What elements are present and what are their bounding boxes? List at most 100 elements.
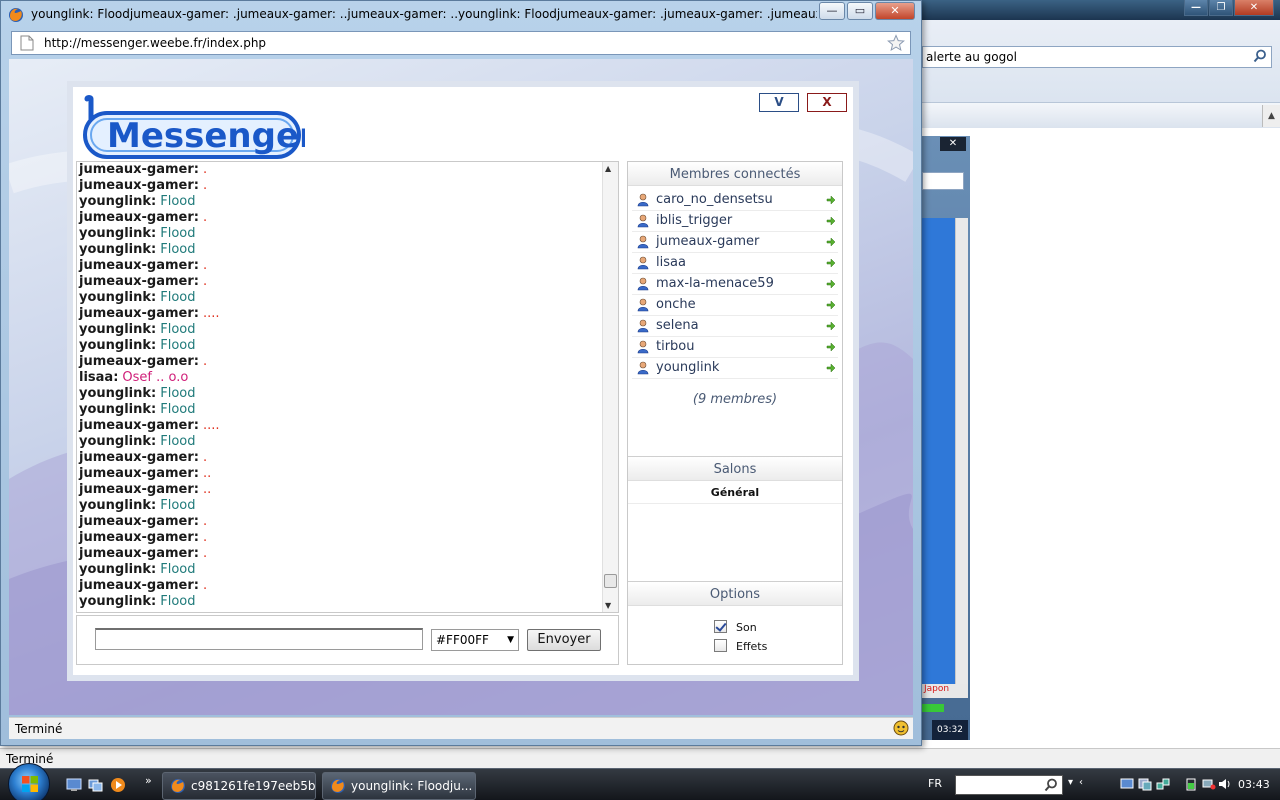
message-text: Flood [160,562,196,577]
language-indicator[interactable]: FR [928,777,942,790]
message-author: younglink: [79,242,157,257]
member-item[interactable]: jumeaux-gamer [632,232,838,253]
compose-area: #FF00FF ▼ Envoyer [76,615,619,665]
text-color-select[interactable]: #FF00FF ▼ [431,629,519,651]
tray-expand-icon[interactable]: ▾‹ [1068,777,1089,788]
search-icon[interactable] [1044,778,1058,792]
message-text: .... [202,306,220,321]
member-item[interactable]: selena [632,316,838,337]
member-item[interactable]: caro_no_densetsu [632,190,838,211]
message-text: .. [202,482,212,497]
message-row: jumeaux-gamer:. [79,258,599,274]
nested-window-close-button[interactable]: ✕ [940,137,966,151]
send-button[interactable]: Envoyer [527,629,601,651]
background-search-input[interactable]: alerte au gogol [922,46,1272,68]
url-text: http://messenger.weebe.fr/index.php [44,36,267,50]
message-author: younglink: [79,594,157,609]
firefox-icon [331,779,345,793]
show-desktop-icon[interactable] [66,777,82,793]
taskbar-search-input[interactable] [955,775,1063,795]
maximize-button[interactable]: ▭ [847,2,873,20]
clock[interactable]: 03:43 [1238,778,1270,791]
message-text: Flood [160,322,196,337]
quicklaunch-more[interactable]: » [145,774,152,787]
message-author: younglink: [79,498,157,513]
arrow-right-icon[interactable] [826,216,836,226]
message-text: Flood [160,434,196,449]
task-button-1[interactable]: c981261fe197eeb5b... [162,772,316,800]
member-name: iblis_trigger [656,213,733,228]
close-button[interactable]: ✕ [875,2,915,20]
search-icon[interactable] [1253,49,1267,63]
member-name: tirbou [656,339,695,354]
arrow-right-icon[interactable] [826,300,836,310]
task-label: younglink: Floodju... [351,779,473,793]
scroll-down-icon[interactable]: ▼ [605,601,611,610]
close-chat-button[interactable]: X [807,93,847,112]
nested-window-scrollbar[interactable] [955,218,968,698]
message-text: Flood [160,290,196,305]
member-item[interactable]: tirbou [632,337,838,358]
message-author: jumeaux-gamer: [79,274,199,289]
minimize-chat-button[interactable]: V [759,93,799,112]
message-scrollbar[interactable]: ▲ ▼ [602,162,618,612]
task-button-2[interactable]: younglink: Floodju... [322,772,476,800]
salon-item-general[interactable]: Général [628,482,842,504]
effets-checkbox[interactable] [714,639,727,652]
arrow-right-icon[interactable] [826,363,836,373]
maximize-button[interactable]: ❐ [1209,0,1233,16]
tray-app-icon[interactable] [1120,777,1134,791]
media-player-icon[interactable] [110,777,126,793]
page-icon [20,35,34,51]
message-author: jumeaux-gamer: [79,162,199,177]
task-label: c981261fe197eeb5b... [191,779,316,793]
message-text: . [202,578,208,593]
background-window-controls: — ❐ ✕ [1184,0,1274,16]
background-search-value: alerte au gogol [926,50,1017,64]
arrow-right-icon[interactable] [826,321,836,331]
message-row: younglink: Flood [79,402,599,418]
scroll-up-icon[interactable]: ▲ [1262,105,1280,127]
minimize-button[interactable]: — [819,2,845,20]
window-title: younglink: Floodjumeaux-gamer: .jumeaux-… [31,7,817,21]
minimize-button[interactable]: — [1184,0,1208,16]
member-item[interactable]: onche [632,295,838,316]
page-content: Messenger V X jumeaux-gamer:. jumeaux-gam… [9,59,913,715]
sidebar: Membres connectés caro_no_densetsu iblis_… [627,161,843,665]
star-icon[interactable] [887,34,905,52]
user-icon [637,235,649,249]
message-author: jumeaux-gamer: [79,482,199,497]
message-input[interactable] [95,628,423,650]
member-item[interactable]: lisaa [632,253,838,274]
message-text: .. [202,466,212,481]
arrow-right-icon[interactable] [826,195,836,205]
addon-face-icon[interactable] [893,720,909,736]
switch-windows-icon[interactable] [88,777,104,793]
member-item[interactable]: younglink [632,358,838,379]
user-icon [637,277,649,291]
network-status-icon[interactable] [1202,777,1216,791]
arrow-right-icon[interactable] [826,237,836,247]
son-checkbox[interactable] [714,620,727,633]
message-author: jumeaux-gamer: [79,306,199,321]
scrollbar-thumb[interactable] [604,574,617,588]
arrow-right-icon[interactable] [826,342,836,352]
nested-window-search-input[interactable] [922,172,964,190]
message-author: lisaa: [79,370,119,385]
network-icon[interactable] [1156,777,1170,791]
address-bar[interactable]: http://messenger.weebe.fr/index.php [11,31,911,55]
arrow-right-icon[interactable] [826,279,836,289]
message-row: younglink: Flood [79,226,599,242]
tray-app-icon[interactable] [1138,777,1152,791]
arrow-right-icon[interactable] [826,258,836,268]
background-statusbar: Terminé [0,748,1280,768]
member-item[interactable]: max-la-menace59 [632,274,838,295]
salons-heading: Salons [628,457,842,481]
close-button[interactable]: ✕ [1234,0,1274,16]
battery-icon[interactable] [1184,777,1198,791]
member-item[interactable]: iblis_trigger [632,211,838,232]
message-author: younglink: [79,434,157,449]
scroll-up-icon[interactable]: ▲ [605,164,611,173]
volume-icon[interactable] [1218,777,1232,791]
start-button[interactable] [8,763,50,800]
